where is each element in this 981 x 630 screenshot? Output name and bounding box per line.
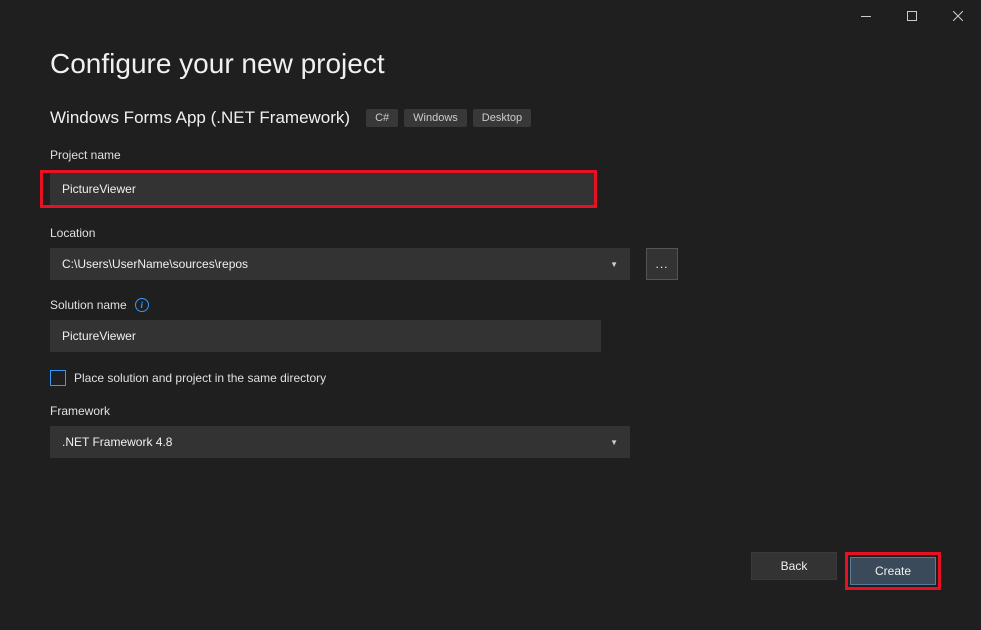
tag: Windows <box>404 109 467 127</box>
solution-name-input[interactable] <box>50 320 601 352</box>
template-info-row: Windows Forms App (.NET Framework) C# Wi… <box>50 108 931 128</box>
create-button[interactable]: Create <box>850 557 936 585</box>
project-name-input[interactable] <box>50 173 594 205</box>
project-name-highlight <box>40 170 597 208</box>
page-title: Configure your new project <box>50 48 931 80</box>
chevron-down-icon: ▼ <box>610 438 618 447</box>
browse-button[interactable]: ... <box>646 248 678 280</box>
close-button[interactable] <box>935 0 981 32</box>
info-icon[interactable]: i <box>135 298 149 312</box>
maximize-button[interactable] <box>889 0 935 32</box>
chevron-down-icon: ▼ <box>610 260 618 269</box>
template-name: Windows Forms App (.NET Framework) <box>50 108 350 128</box>
solution-name-field-group: Solution name i <box>50 298 931 352</box>
location-value: C:\Users\UserName\sources\repos <box>62 257 248 271</box>
project-name-label: Project name <box>50 148 931 162</box>
back-button[interactable]: Back <box>751 552 837 580</box>
solution-name-label: Solution name <box>50 298 127 312</box>
template-tags: C# Windows Desktop <box>366 109 531 127</box>
framework-label: Framework <box>50 404 931 418</box>
framework-value: .NET Framework 4.8 <box>62 435 172 449</box>
window-controls <box>843 0 981 32</box>
same-directory-label: Place solution and project in the same d… <box>74 371 326 385</box>
create-button-highlight: Create <box>845 552 941 590</box>
same-directory-checkbox[interactable] <box>50 370 66 386</box>
same-directory-row: Place solution and project in the same d… <box>50 370 931 386</box>
tag: C# <box>366 109 398 127</box>
footer-buttons: Back Create <box>751 552 941 590</box>
framework-field-group: Framework .NET Framework 4.8 ▼ <box>50 404 931 458</box>
location-label: Location <box>50 226 931 240</box>
project-name-field-group: Project name <box>50 148 931 208</box>
framework-select[interactable]: .NET Framework 4.8 ▼ <box>50 426 630 458</box>
location-select[interactable]: C:\Users\UserName\sources\repos ▼ <box>50 248 630 280</box>
tag: Desktop <box>473 109 531 127</box>
minimize-button[interactable] <box>843 0 889 32</box>
location-field-group: Location C:\Users\UserName\sources\repos… <box>50 226 931 280</box>
